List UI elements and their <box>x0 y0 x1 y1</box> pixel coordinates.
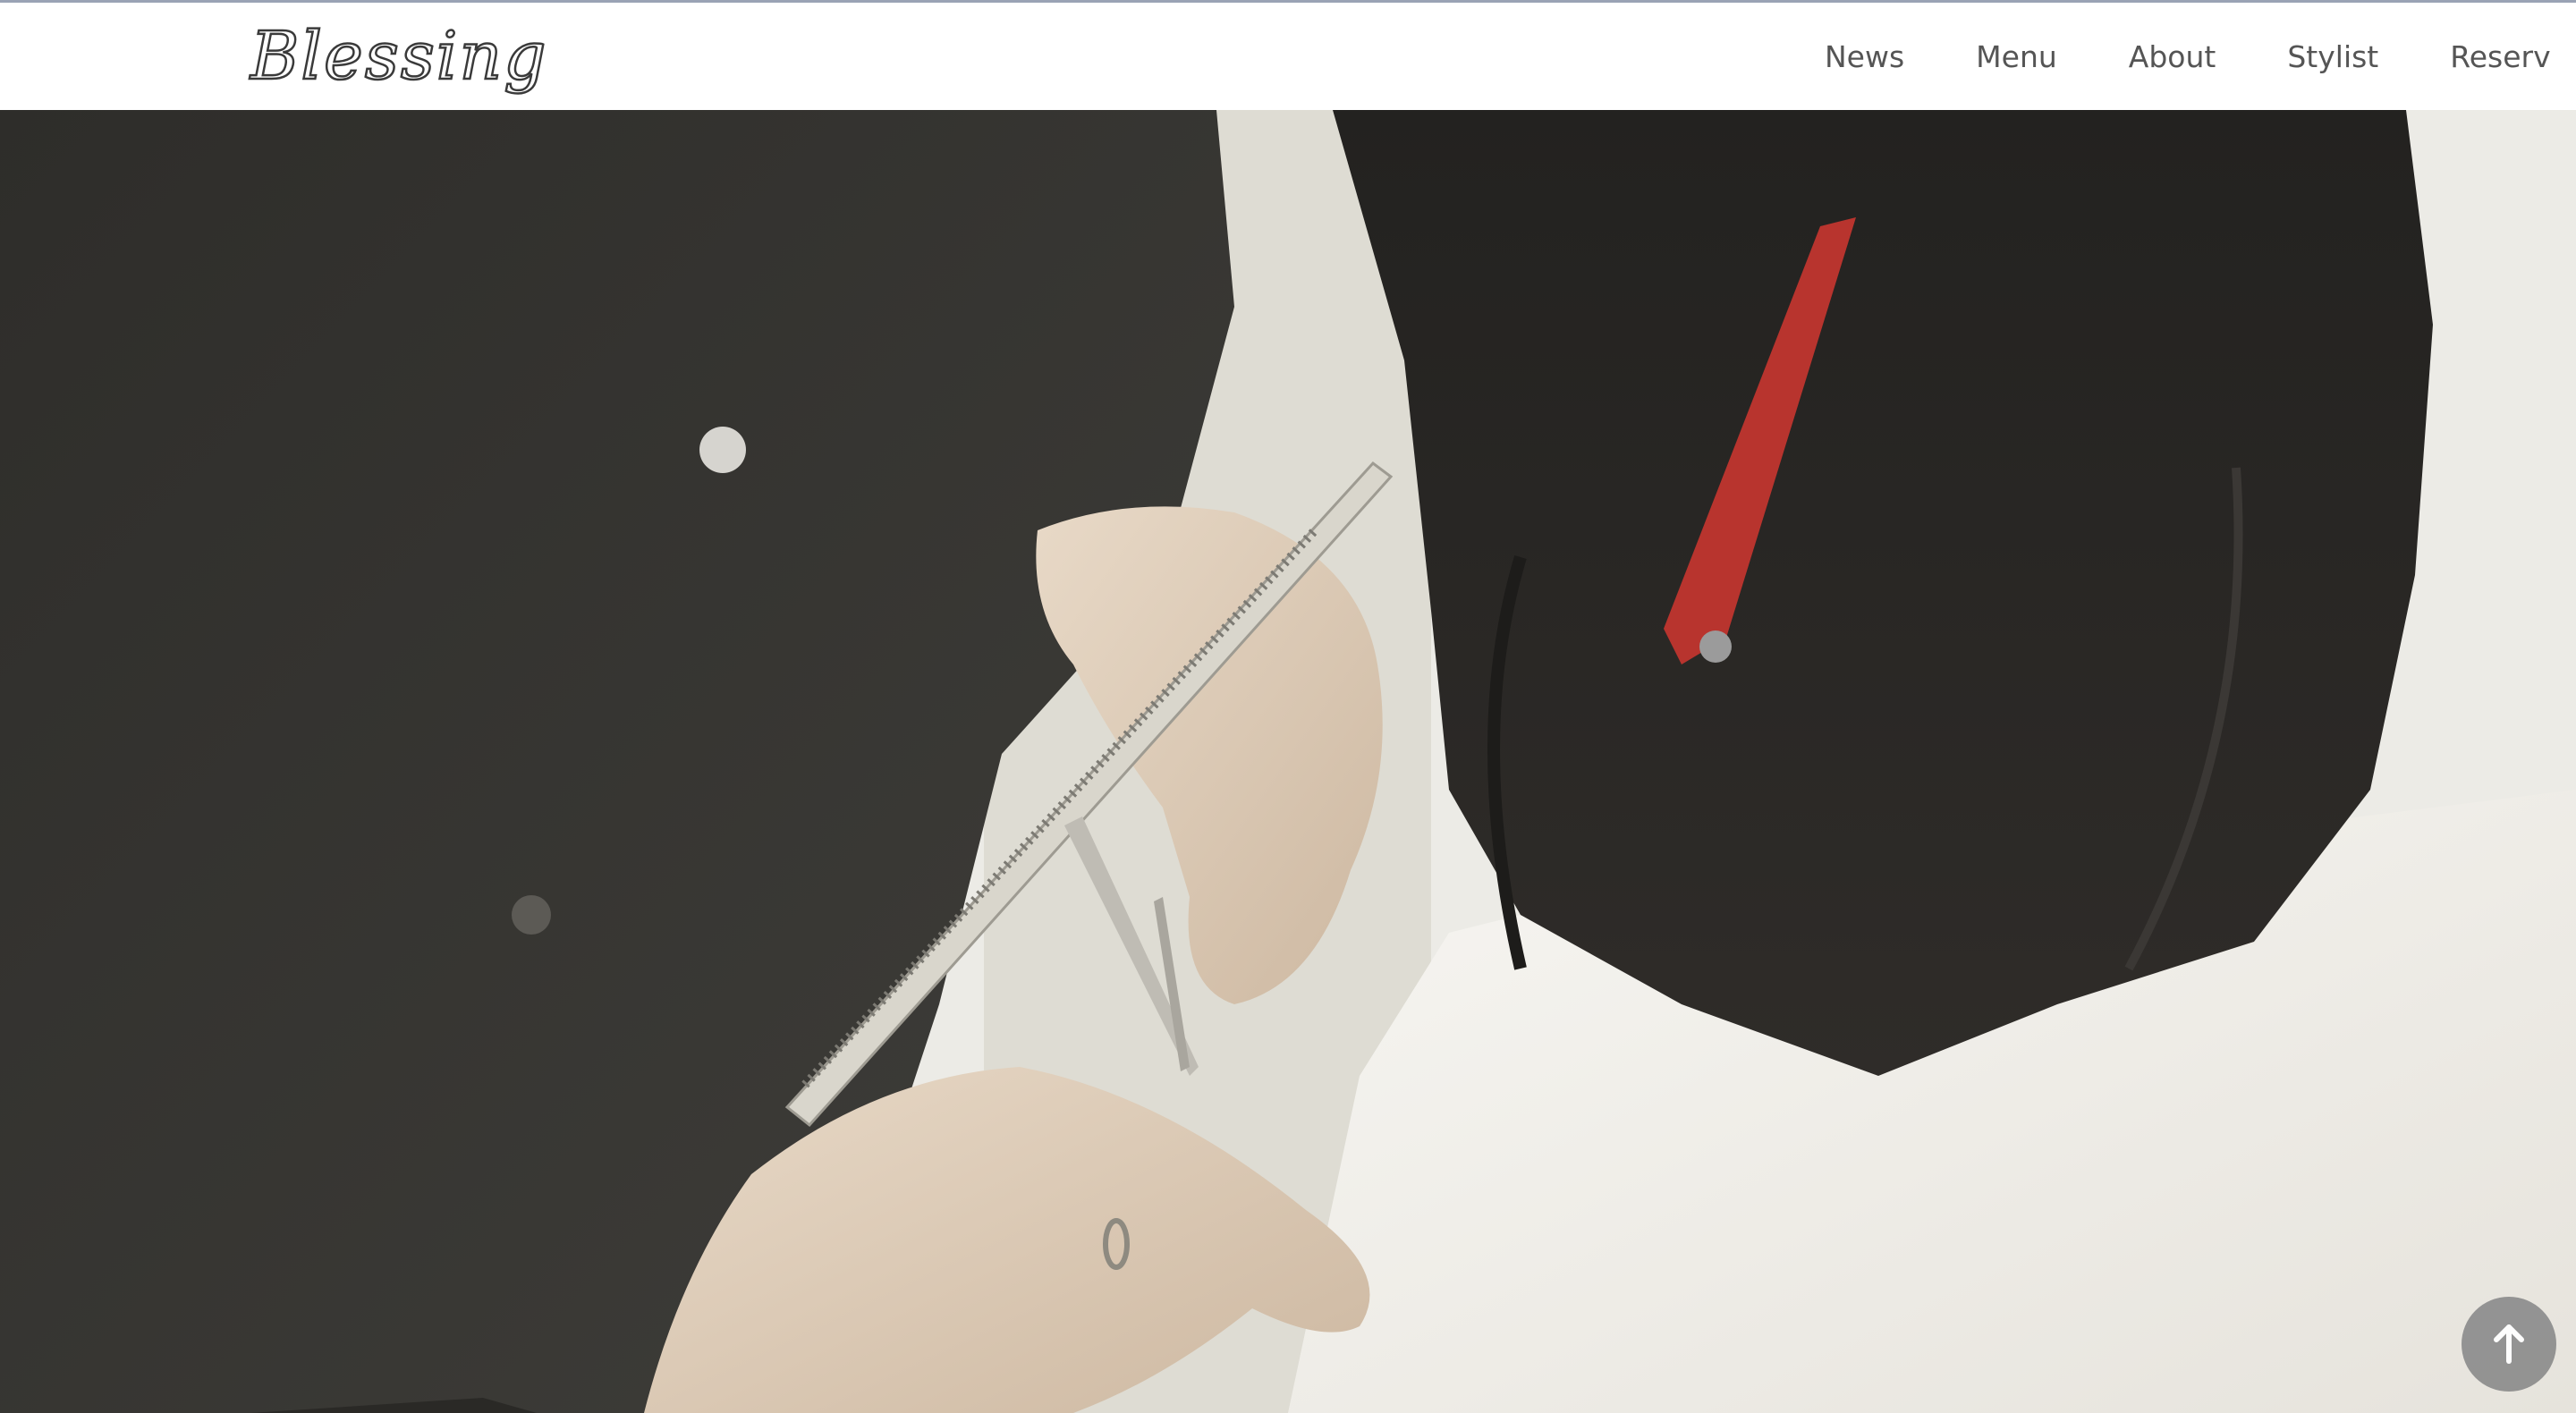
site-header: Blessing News Menu About Stylist Reserv <box>0 3 2576 110</box>
hero-illustration <box>0 110 2576 1413</box>
nav-news[interactable]: News <box>1825 39 1904 74</box>
hero-image <box>0 110 2576 1413</box>
hair-clip-pin <box>1699 630 1732 663</box>
arrow-up-icon <box>2494 1324 2524 1364</box>
nav-menu[interactable]: Menu <box>1976 39 2057 74</box>
scroll-to-top-button[interactable] <box>2462 1297 2556 1392</box>
shirt-button <box>512 895 551 935</box>
nav-reserve[interactable]: Reserv <box>2450 39 2550 74</box>
site-logo[interactable]: Blessing <box>250 15 548 97</box>
main-nav: News Menu About Stylist Reserv <box>1825 3 2576 110</box>
page: Blessing News Menu About Stylist Reserv <box>0 0 2576 1413</box>
nav-stylist[interactable]: Stylist <box>2287 39 2378 74</box>
background-highlight <box>699 427 746 473</box>
nav-about[interactable]: About <box>2129 39 2216 74</box>
